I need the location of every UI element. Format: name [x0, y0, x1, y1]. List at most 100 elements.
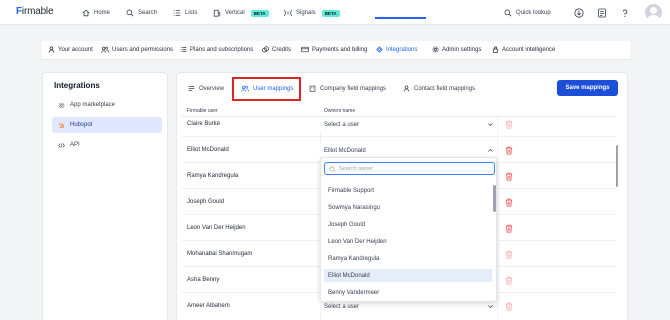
code-icon	[58, 142, 65, 148]
row-divider	[182, 136, 616, 137]
sidebar-item-api[interactable]: API	[52, 137, 162, 153]
tab-label: Your account	[58, 46, 93, 53]
nav-lists[interactable]: Lists	[173, 8, 197, 18]
quick-lookup-button[interactable]: Quick lookup	[504, 8, 551, 18]
building-icon	[309, 85, 316, 92]
integrations-icon	[376, 46, 383, 53]
help-button[interactable]	[618, 6, 631, 19]
owner-dropdown: Search owner Firmable Support Sowmya Nar…	[320, 157, 497, 302]
chevron-down-icon	[488, 123, 493, 127]
table-row-user: Joseph Gould	[187, 199, 225, 205]
dropdown-option[interactable]: Leon Van Der Heijden	[324, 235, 492, 248]
highlight-box	[232, 77, 301, 101]
trash-icon[interactable]	[505, 276, 513, 285]
tab-label: Company field mappings	[320, 85, 387, 92]
search-owner-input[interactable]: Search owner	[324, 162, 495, 175]
beta-badge: BETA	[250, 9, 269, 17]
dropdown-option[interactable]: Ramya Kandregula	[324, 252, 492, 265]
download-icon	[573, 7, 584, 18]
tab-plans-and-subscriptions[interactable]: Plans and subscriptions	[180, 46, 253, 53]
tab-admin-settings[interactable]: Admin settings	[432, 46, 481, 53]
trash-icon[interactable]	[505, 224, 513, 233]
search-icon	[329, 166, 336, 173]
trash-icon[interactable]	[505, 198, 513, 207]
trash-icon[interactable]	[505, 302, 513, 311]
trash-icon[interactable]	[505, 146, 513, 155]
table-row-user: Asha Benny	[187, 277, 220, 283]
tab-label: Payments and billing	[312, 46, 368, 53]
tab-label: Integrations	[386, 46, 418, 53]
tab-payments-and-billing[interactable]: Payments and billing	[301, 46, 367, 53]
tab-company-field-mappings[interactable]: Company field mappings	[309, 85, 386, 92]
table-row-user: Ramya Kandregula	[187, 173, 239, 179]
tab-label: Overview	[199, 85, 225, 92]
dropdown-option[interactable]: Firmable Support	[324, 184, 492, 197]
credits-icon	[262, 46, 269, 53]
search-icon	[504, 9, 512, 17]
nav-signals[interactable]: Signals BETA	[284, 8, 340, 18]
help-icon	[622, 9, 627, 17]
sidebar-item-hubspot[interactable]: Hubspot	[52, 117, 162, 133]
search-owner-placeholder: Search owner	[339, 165, 373, 172]
tab-label: Credits	[272, 46, 292, 53]
dropdown-scrollbar[interactable]	[493, 185, 496, 212]
nav-vertical-label: Vertical	[225, 10, 245, 16]
tab-integrations[interactable]: Integrations	[376, 46, 417, 53]
tab-credits[interactable]: Credits	[262, 46, 291, 53]
marketplace-icon	[58, 102, 65, 108]
owner-select-value: Select a user	[324, 303, 360, 310]
nav-home[interactable]: Home	[82, 8, 110, 18]
tab-overview[interactable]: Overview	[188, 85, 224, 92]
search-icon	[126, 9, 134, 17]
table-row-user: Leon Van Der Heijden	[187, 225, 246, 231]
quick-lookup-label: Quick lookup	[516, 10, 551, 16]
table-row-user: Elliot McDonald	[187, 147, 229, 153]
sidebar-item-label: API	[70, 142, 80, 148]
list-icon	[180, 47, 187, 52]
tab-contact-field-mappings[interactable]: Contact field mappings	[403, 85, 475, 92]
chevron-down-icon	[488, 305, 493, 309]
download-button[interactable]	[572, 6, 585, 19]
scrollbar[interactable]	[616, 145, 618, 187]
table-row-user: Mohanabai Shanmugam	[187, 251, 253, 257]
table-row-user: Ameer Albahem	[187, 303, 230, 309]
report-button[interactable]	[595, 6, 608, 19]
nav-vertical[interactable]: Vertical BETA	[213, 8, 269, 18]
contact-icon	[403, 85, 410, 92]
gear-icon	[432, 46, 439, 53]
list-icon	[173, 10, 181, 16]
table-row-user: Claire Burke	[187, 121, 221, 127]
firmable-logo[interactable]: Firmable	[16, 6, 54, 17]
column-header-owners-name: Owners name	[324, 108, 356, 114]
owner-select-value: Select a user	[324, 121, 360, 128]
chevron-up-icon	[488, 148, 493, 152]
save-mappings-button[interactable]: Save mappings	[557, 80, 618, 96]
trash-icon[interactable]	[505, 120, 513, 129]
sidebar-item-app-marketplace[interactable]: App marketplace	[52, 97, 162, 113]
beta-badge: BETA	[321, 9, 340, 17]
nav-signals-label: Signals	[296, 10, 316, 16]
signal-icon	[284, 9, 292, 17]
nav-search[interactable]: Search	[126, 8, 157, 18]
nav-search-label: Search	[138, 10, 158, 16]
lock-icon	[492, 46, 499, 53]
tab-account-intelligence[interactable]: Account intelligence	[492, 46, 555, 53]
tab-label: Admin settings	[442, 46, 482, 53]
trash-icon[interactable]	[505, 250, 513, 259]
card-icon	[301, 46, 309, 53]
dropdown-option[interactable]: Joseph Gould	[324, 218, 492, 231]
owner-select-value: Elliot McDonald	[324, 147, 366, 154]
tab-users-and-permissions[interactable]: Users and permissions	[101, 46, 173, 53]
tab-label: Contact field mappings	[414, 85, 476, 92]
tab-label: Plans and subscriptions	[190, 46, 254, 53]
column-divider	[497, 117, 498, 320]
trash-icon[interactable]	[505, 172, 513, 181]
nav-lists-label: Lists	[185, 10, 198, 16]
dropdown-option[interactable]: Sowmya Narasingu	[324, 201, 492, 214]
tab-your-account[interactable]: Your account	[48, 46, 93, 53]
owner-select[interactable]: Select a user	[320, 118, 497, 131]
dropdown-option[interactable]: Benny Vandermeer	[324, 286, 492, 299]
dropdown-option-selected[interactable]: Elliot McDonald	[324, 269, 492, 282]
avatar[interactable]	[645, 4, 662, 21]
owner-select[interactable]: Elliot McDonald	[320, 144, 497, 157]
